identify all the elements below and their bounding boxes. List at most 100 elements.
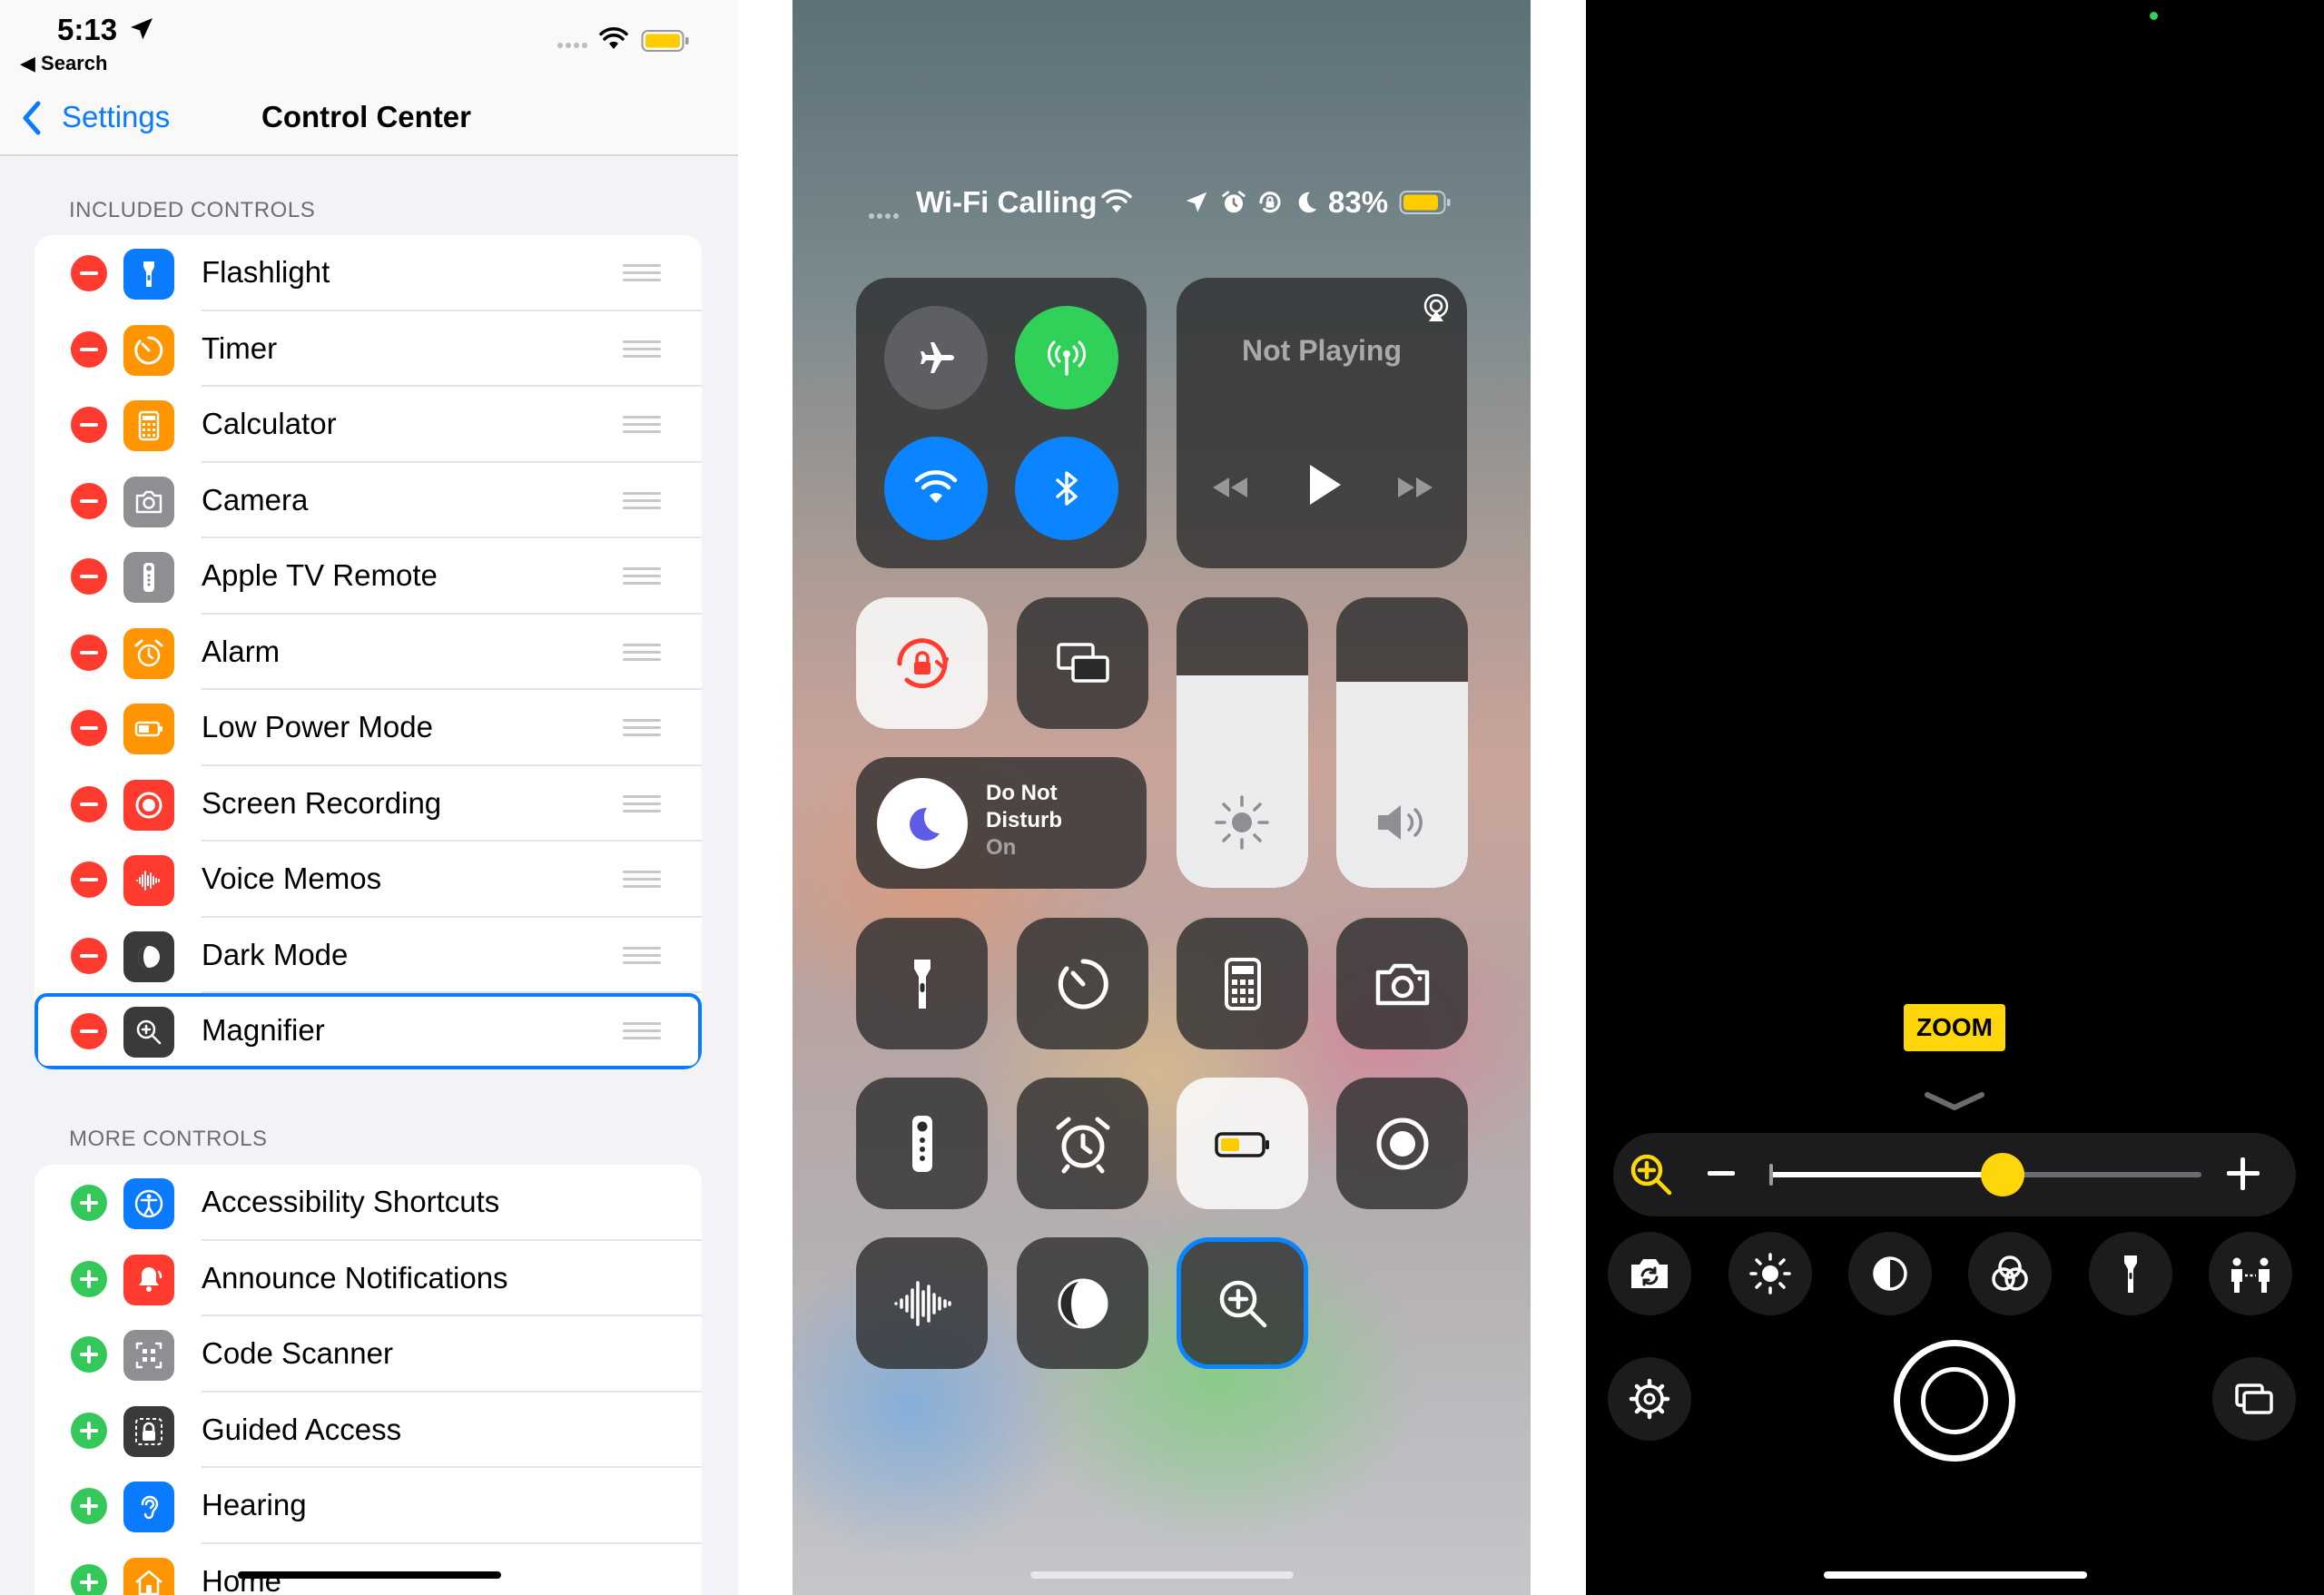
- more-row-accessibility-shortcuts[interactable]: Accessibility Shortcuts: [34, 1165, 702, 1241]
- reorder-handle-icon[interactable]: [623, 643, 661, 662]
- add-button[interactable]: [71, 1260, 107, 1297]
- now-playing-module[interactable]: Not Playing: [1177, 278, 1467, 568]
- home-indicator[interactable]: [1824, 1571, 2087, 1579]
- add-button[interactable]: [71, 1488, 107, 1524]
- reorder-handle-icon[interactable]: [623, 719, 661, 737]
- people-detection-button[interactable]: [2209, 1232, 2292, 1315]
- chevron-down-icon[interactable]: [1922, 1088, 1987, 1115]
- remove-button[interactable]: [71, 407, 107, 443]
- more-row-home[interactable]: Home: [34, 1544, 702, 1595]
- bluetooth-toggle[interactable]: [1015, 437, 1118, 540]
- screen-mirroring-button[interactable]: [1017, 597, 1148, 729]
- magnifier-button[interactable]: [1177, 1237, 1308, 1369]
- dnd-label-line2: Disturb: [986, 808, 1062, 832]
- reorder-handle-icon[interactable]: [623, 871, 661, 889]
- low-power-mode-toggle[interactable]: [1177, 1078, 1308, 1209]
- timer-button[interactable]: [1017, 918, 1148, 1049]
- alarm-button[interactable]: [1017, 1078, 1148, 1209]
- included-row-voice-memos[interactable]: Voice Memos: [34, 842, 702, 918]
- multi-capture-button[interactable]: [2212, 1357, 2296, 1441]
- zoom-slider[interactable]: [1769, 1153, 2201, 1196]
- wifi-icon: [914, 470, 958, 503]
- add-button[interactable]: [71, 1563, 107, 1595]
- more-row-guided-access[interactable]: Guided Access: [34, 1393, 702, 1468]
- zoom-in-button[interactable]: [2227, 1157, 2260, 1190]
- zoom-magnifier-icon[interactable]: [1626, 1149, 1677, 1200]
- reorder-handle-icon[interactable]: [623, 794, 661, 813]
- airplane-mode-toggle[interactable]: [884, 306, 988, 409]
- add-button[interactable]: [71, 1185, 107, 1221]
- reorder-handle-icon[interactable]: [623, 416, 661, 434]
- reorder-handle-icon[interactable]: [623, 264, 661, 282]
- magnifier-flashlight-button[interactable]: [2089, 1232, 2172, 1315]
- remove-button[interactable]: [71, 634, 107, 671]
- voice-memos-button[interactable]: [856, 1237, 988, 1369]
- brightness-slider[interactable]: [1177, 597, 1308, 888]
- row-label: Screen Recording: [202, 785, 442, 820]
- filters-button[interactable]: [1968, 1232, 2052, 1315]
- reorder-handle-icon[interactable]: [623, 946, 661, 965]
- reorder-handle-icon[interactable]: [623, 340, 661, 359]
- dark-mode-icon: [1058, 1278, 1108, 1328]
- zoom-slider-knob[interactable]: [1981, 1153, 2025, 1196]
- flashlight-button[interactable]: [856, 918, 988, 1049]
- home-indicator[interactable]: [238, 1571, 501, 1579]
- battery-icon: [1214, 1131, 1269, 1157]
- do-not-disturb-toggle[interactable]: Do Not Disturb On: [856, 757, 1147, 889]
- camera-button[interactable]: [1336, 918, 1468, 1049]
- calculator-button[interactable]: [1177, 918, 1308, 1049]
- included-row-calculator[interactable]: Calculator: [34, 387, 702, 463]
- switch-camera-button[interactable]: [1608, 1232, 1691, 1315]
- more-row-code-scanner[interactable]: Code Scanner: [34, 1316, 702, 1393]
- back-chevron-icon[interactable]: [20, 98, 44, 138]
- included-row-camera[interactable]: Camera: [34, 463, 702, 538]
- remove-button[interactable]: [71, 482, 107, 519]
- magnifier-settings-button[interactable]: [1608, 1357, 1691, 1441]
- play-icon[interactable]: [1305, 461, 1344, 508]
- remove-button[interactable]: [71, 1013, 107, 1049]
- more-row-announce-notifications[interactable]: Announce Notifications: [34, 1241, 702, 1316]
- contrast-button[interactable]: [1848, 1232, 1932, 1315]
- included-row-apple-tv-remote[interactable]: Apple TV Remote: [34, 538, 702, 615]
- included-row-timer[interactable]: Timer: [34, 311, 702, 387]
- remove-button[interactable]: [71, 710, 107, 746]
- wifi-toggle[interactable]: [884, 437, 988, 540]
- row-label: Calculator: [202, 407, 337, 440]
- rewind-icon[interactable]: [1207, 474, 1251, 501]
- remove-button[interactable]: [71, 937, 107, 974]
- timer-icon: [1058, 958, 1108, 1009]
- included-row-screen-recording[interactable]: Screen Recording: [34, 766, 702, 842]
- volume-slider[interactable]: [1336, 597, 1468, 888]
- airplay-icon[interactable]: [1420, 292, 1452, 325]
- remove-button[interactable]: [71, 861, 107, 898]
- brightness-button[interactable]: [1728, 1232, 1812, 1315]
- remove-button[interactable]: [71, 330, 107, 368]
- zoom-slider-fill: [1769, 1172, 2004, 1177]
- included-row-magnifier[interactable]: Magnifier: [34, 993, 702, 1069]
- reorder-handle-icon[interactable]: [623, 491, 661, 510]
- more-row-hearing[interactable]: Hearing: [34, 1468, 702, 1544]
- screen-recording-button[interactable]: [1336, 1078, 1468, 1209]
- zoom-out-button[interactable]: [1708, 1171, 1735, 1176]
- home-indicator[interactable]: [1030, 1571, 1294, 1579]
- back-button[interactable]: Settings: [62, 100, 170, 134]
- shutter-button[interactable]: [1894, 1340, 2015, 1462]
- included-row-dark-mode[interactable]: Dark Mode: [34, 918, 702, 993]
- reorder-handle-icon[interactable]: [623, 1022, 661, 1040]
- add-button[interactable]: [71, 1336, 107, 1373]
- apple-tv-remote-button[interactable]: [856, 1078, 988, 1209]
- cellular-data-toggle[interactable]: [1015, 306, 1118, 409]
- now-playing-title: Not Playing: [1241, 334, 1402, 367]
- remove-button[interactable]: [71, 255, 107, 291]
- remove-button[interactable]: [71, 558, 107, 595]
- dark-mode-button[interactable]: [1017, 1237, 1148, 1369]
- fast-forward-icon[interactable]: [1394, 474, 1438, 501]
- remove-button[interactable]: [71, 785, 107, 822]
- included-row-flashlight[interactable]: Flashlight: [34, 235, 702, 311]
- orientation-lock-toggle[interactable]: [856, 597, 988, 729]
- back-to-search-link[interactable]: ◀ Search: [20, 52, 107, 75]
- add-button[interactable]: [71, 1412, 107, 1449]
- reorder-handle-icon[interactable]: [623, 567, 661, 586]
- included-row-low-power-mode[interactable]: Low Power Mode: [34, 690, 702, 766]
- included-row-alarm[interactable]: Alarm: [34, 615, 702, 690]
